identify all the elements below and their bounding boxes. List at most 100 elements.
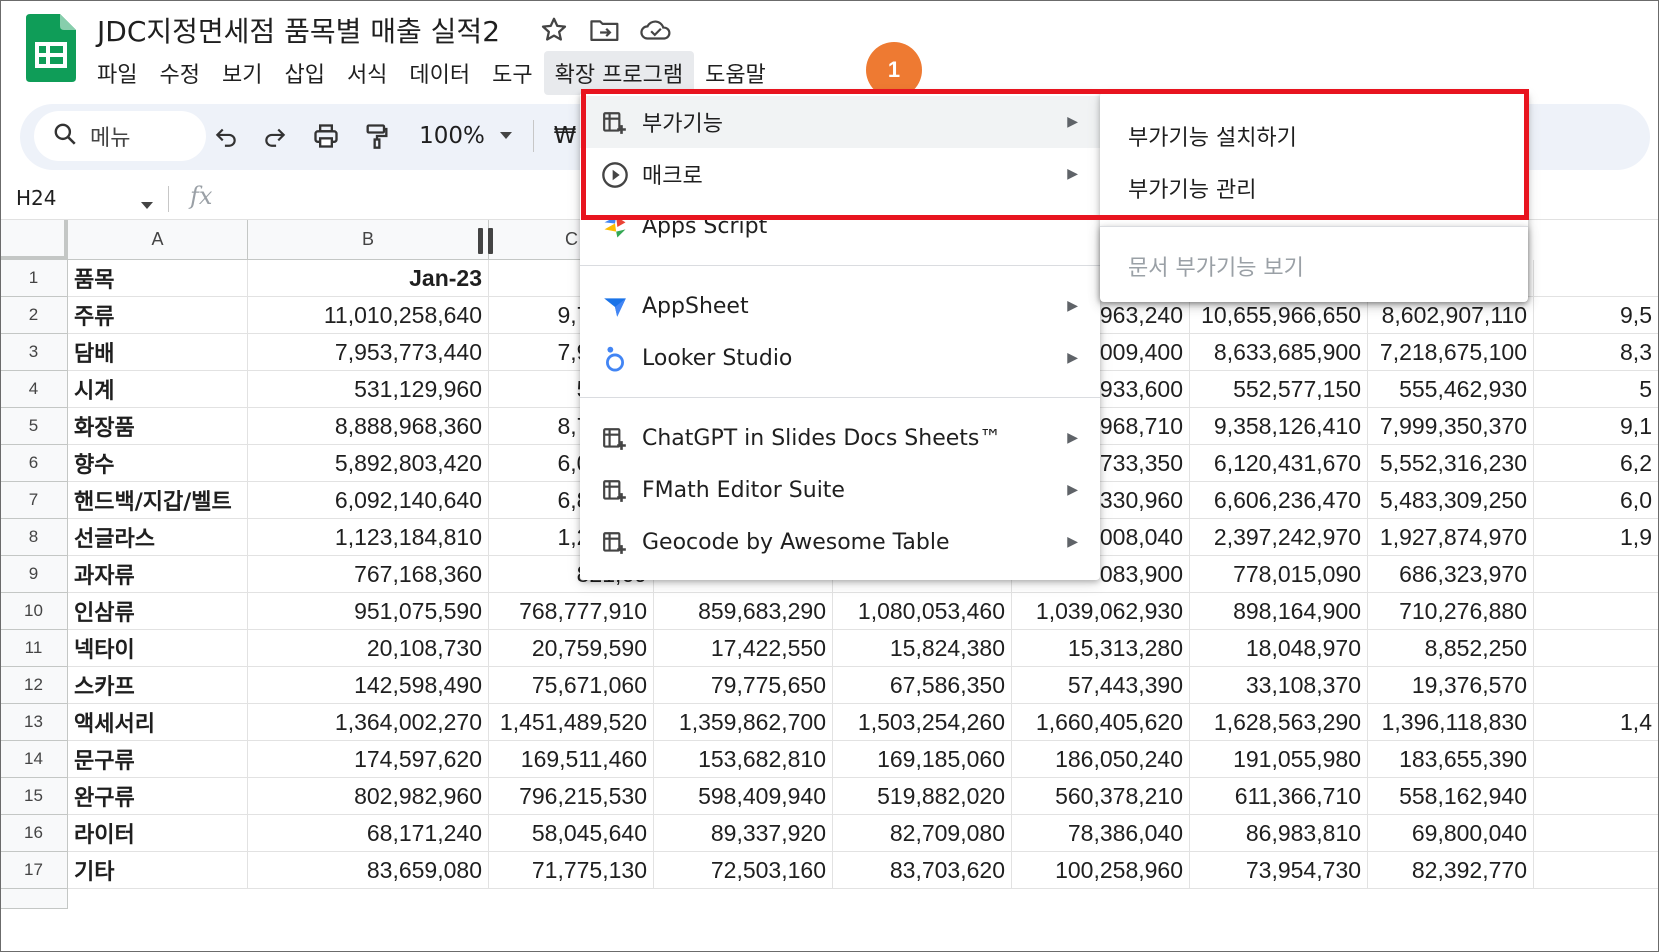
sales-cell[interactable]: 8,602,907,110 [1368, 297, 1534, 334]
menu-data[interactable]: 데이터 [398, 51, 481, 95]
sales-cell[interactable]: 82,709,080 [833, 815, 1012, 852]
name-box[interactable]: H24 [16, 186, 57, 210]
sales-cell[interactable]: 67,586,350 [833, 667, 1012, 704]
cloud-saved-icon[interactable] [638, 12, 674, 48]
sales-cell[interactable]: 68,171,240 [248, 815, 489, 852]
row-header[interactable]: 9 [0, 556, 68, 593]
menu-item-macros[interactable]: 매크로 ▶ [580, 148, 1100, 200]
sales-cell[interactable]: 1,9 [1534, 519, 1659, 556]
sales-cell[interactable]: 73,954,730 [1190, 852, 1368, 889]
sales-cell[interactable]: 58,045,640 [489, 815, 654, 852]
sales-cell[interactable] [1534, 260, 1659, 297]
sales-cell[interactable]: 57,443,390 [1012, 667, 1190, 704]
item-name-cell[interactable]: 라이터 [68, 815, 248, 852]
sales-cell[interactable]: 6,092,140,640 [248, 482, 489, 519]
item-name-cell[interactable]: 액세서리 [68, 704, 248, 741]
sales-cell[interactable]: 33,108,370 [1190, 667, 1368, 704]
redo-icon[interactable] [257, 118, 293, 154]
manage-addons-item[interactable]: 부가기능 관리 [1128, 172, 1256, 204]
item-name-cell[interactable]: 품목 [68, 260, 248, 297]
item-name-cell[interactable]: 과자류 [68, 556, 248, 593]
sales-cell[interactable]: 1,628,563,290 [1190, 704, 1368, 741]
sales-cell[interactable]: 2,397,242,970 [1190, 519, 1368, 556]
menu-item-looker-studio[interactable]: Looker Studio ▶ [580, 332, 1100, 384]
sales-cell[interactable] [1534, 815, 1659, 852]
sales-cell[interactable]: 1,080,053,460 [833, 593, 1012, 630]
sales-cell[interactable]: 6,2 [1534, 445, 1659, 482]
sheets-logo-icon[interactable] [26, 14, 76, 82]
item-name-cell[interactable]: 담배 [68, 334, 248, 371]
sales-cell[interactable]: Jan-23 [248, 260, 489, 297]
star-icon[interactable] [536, 12, 572, 48]
menu-item-appsheet[interactable]: AppSheet ▶ [580, 280, 1100, 332]
row-header[interactable]: 2 [0, 297, 68, 334]
move-folder-icon[interactable] [587, 12, 623, 48]
sales-cell[interactable]: 153,682,810 [654, 741, 833, 778]
sales-cell[interactable]: 169,511,460 [489, 741, 654, 778]
sales-cell[interactable]: 86,983,810 [1190, 815, 1368, 852]
sales-cell[interactable]: 100,258,960 [1012, 852, 1190, 889]
row-header[interactable]: 6 [0, 445, 68, 482]
sales-cell[interactable]: 5,892,803,420 [248, 445, 489, 482]
sales-cell[interactable]: 1,927,874,970 [1368, 519, 1534, 556]
sales-cell[interactable] [1534, 556, 1659, 593]
sales-cell[interactable]: 82,392,770 [1368, 852, 1534, 889]
sales-cell[interactable]: 79,775,650 [654, 667, 833, 704]
sales-cell[interactable]: 19,376,570 [1368, 667, 1534, 704]
sales-cell[interactable]: 5,552,316,230 [1368, 445, 1534, 482]
sales-cell[interactable]: 75,671,060 [489, 667, 654, 704]
menu-insert[interactable]: 삽입 [273, 51, 335, 95]
column-header-b[interactable]: B [248, 220, 489, 260]
item-name-cell[interactable]: 시계 [68, 371, 248, 408]
paint-format-icon[interactable] [359, 118, 395, 154]
sales-cell[interactable]: 83,659,080 [248, 852, 489, 889]
name-box-dropdown-icon[interactable] [140, 196, 154, 215]
item-name-cell[interactable]: 완구류 [68, 778, 248, 815]
item-name-cell[interactable]: 선글라스 [68, 519, 248, 556]
sales-cell[interactable] [1534, 667, 1659, 704]
row-header[interactable]: 10 [0, 593, 68, 630]
sales-cell[interactable]: 859,683,290 [654, 593, 833, 630]
row-header[interactable]: 14 [0, 741, 68, 778]
row-header[interactable] [0, 889, 68, 909]
sales-cell[interactable]: 18,048,970 [1190, 630, 1368, 667]
menu-search-box[interactable]: 메뉴 [34, 111, 206, 161]
item-name-cell[interactable]: 핸드백/지갑/벨트 [68, 482, 248, 519]
zoom-dropdown-icon[interactable] [494, 118, 518, 154]
sales-cell[interactable]: 1,123,184,810 [248, 519, 489, 556]
sales-cell[interactable]: 768,777,910 [489, 593, 654, 630]
sales-cell[interactable] [1534, 630, 1659, 667]
row-header[interactable]: 11 [0, 630, 68, 667]
sales-cell[interactable]: 951,075,590 [248, 593, 489, 630]
sales-cell[interactable]: 89,337,920 [654, 815, 833, 852]
sales-cell[interactable]: 531,129,960 [248, 371, 489, 408]
sales-cell[interactable]: 611,366,710 [1190, 778, 1368, 815]
sales-cell[interactable]: 6,120,431,670 [1190, 445, 1368, 482]
sales-cell[interactable]: 78,386,040 [1012, 815, 1190, 852]
item-name-cell[interactable]: 화장품 [68, 408, 248, 445]
sales-cell[interactable]: 9,358,126,410 [1190, 408, 1368, 445]
zoom-select[interactable]: 100% [416, 118, 488, 154]
sales-cell[interactable]: 7,953,773,440 [248, 334, 489, 371]
item-name-cell[interactable]: 문구류 [68, 741, 248, 778]
document-title[interactable]: JDC지정면세점 품목별 매출 실적2 [97, 10, 500, 50]
item-name-cell[interactable]: 스카프 [68, 667, 248, 704]
sales-cell[interactable]: 6,606,236,470 [1190, 482, 1368, 519]
row-header[interactable]: 13 [0, 704, 68, 741]
sales-cell[interactable]: 174,597,620 [248, 741, 489, 778]
menu-item-chatgpt[interactable]: ChatGPT in Slides Docs Sheets™ ▶ [580, 412, 1100, 464]
print-icon[interactable] [308, 118, 344, 154]
sales-cell[interactable]: 142,598,490 [248, 667, 489, 704]
sales-cell[interactable]: 686,323,970 [1368, 556, 1534, 593]
sales-cell[interactable]: 186,050,240 [1012, 741, 1190, 778]
sales-cell[interactable]: 183,655,390 [1368, 741, 1534, 778]
menu-tools[interactable]: 도구 [481, 51, 543, 95]
sales-cell[interactable] [1534, 778, 1659, 815]
row-header[interactable]: 12 [0, 667, 68, 704]
sales-cell[interactable] [1534, 593, 1659, 630]
sales-cell[interactable]: 1,359,862,700 [654, 704, 833, 741]
sales-cell[interactable]: 191,055,980 [1190, 741, 1368, 778]
menu-file[interactable]: 파일 [86, 51, 148, 95]
sales-cell[interactable]: 1,4 [1534, 704, 1659, 741]
sales-cell[interactable]: 20,759,590 [489, 630, 654, 667]
